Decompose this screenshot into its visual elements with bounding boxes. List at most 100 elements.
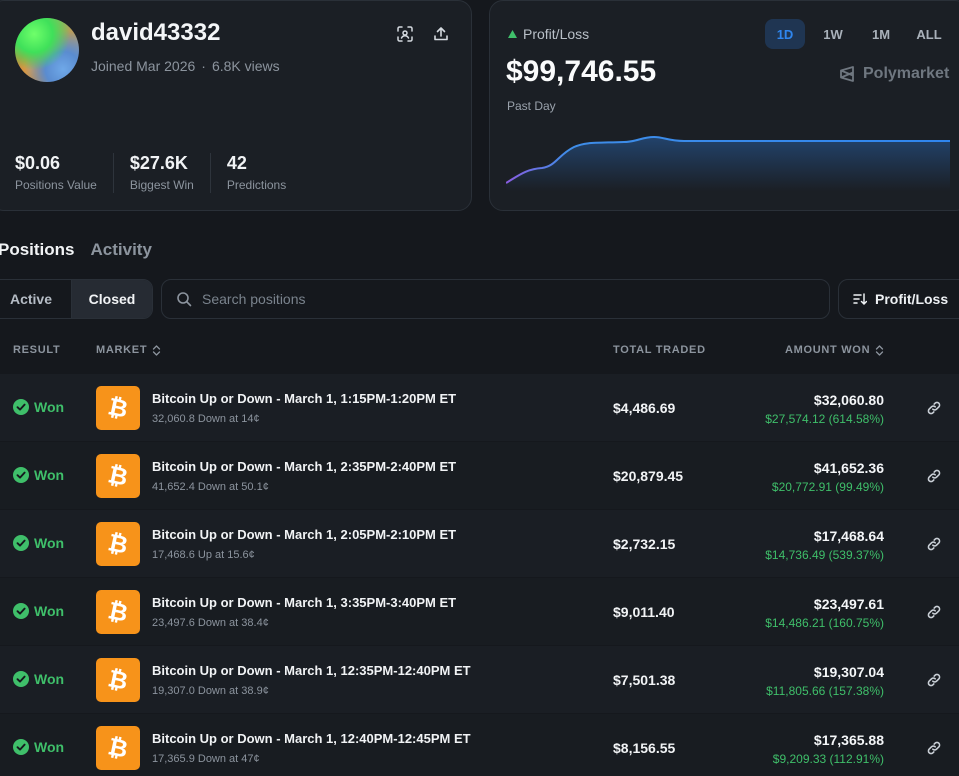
- amount-won-value: $41,652.36: [813, 460, 884, 476]
- table-row[interactable]: Won ₿ Bitcoin Up or Down - March 1, 2:05PM…: [0, 510, 959, 578]
- amount-won-gain: $11,805.66 (157.38%): [766, 684, 884, 698]
- header-total-traded: TOTAL TRADED: [613, 344, 706, 356]
- tab-positions[interactable]: Positions: [0, 240, 75, 260]
- result-label: Won: [34, 603, 65, 619]
- table-row[interactable]: Won ₿ Bitcoin Up or Down - March 1, 1:15PM…: [0, 374, 959, 442]
- range-tab-1w[interactable]: 1W: [813, 19, 853, 49]
- link-icon[interactable]: [926, 536, 942, 552]
- avatar[interactable]: [15, 18, 79, 82]
- market-position-detail: 17,365.9 Down at 47¢: [152, 753, 260, 765]
- check-circle-icon: [13, 739, 29, 755]
- polymarket-brand: Polymarket: [838, 65, 949, 83]
- tab-activity[interactable]: Activity: [91, 240, 152, 260]
- table-row[interactable]: Won ₿ Bitcoin Up or Down - March 1, 12:35P…: [0, 646, 959, 714]
- header-result: RESULT: [13, 344, 61, 356]
- link-icon[interactable]: [926, 400, 942, 416]
- market-position-detail: 19,307.0 Down at 38.9¢: [152, 685, 269, 697]
- range-tab-all[interactable]: ALL: [909, 19, 949, 49]
- polymarket-logo-icon: [840, 66, 854, 82]
- market-title[interactable]: Bitcoin Up or Down - March 1, 2:05PM-2:1…: [152, 527, 456, 542]
- amount-won-gain: $20,772.91 (99.49%): [771, 480, 884, 494]
- check-circle-icon: [13, 603, 29, 619]
- profile-card: david43332 Joined Mar 2026 · 6.8K views $0…: [0, 0, 472, 211]
- amount-won-value: $17,365.88: [813, 732, 884, 748]
- bitcoin-market-icon[interactable]: ₿: [96, 386, 140, 430]
- result-badge: Won: [13, 739, 64, 755]
- range-tab-1m[interactable]: 1M: [861, 19, 901, 49]
- stat-biggest-win: $27.6K Biggest Win: [130, 153, 211, 193]
- amount-won-value: $19,307.04: [813, 664, 884, 680]
- search-box: [161, 279, 830, 319]
- amount-won-gain: $27,574.12 (614.58%): [765, 412, 884, 426]
- market-title[interactable]: Bitcoin Up or Down - March 1, 1:15PM-1:2…: [152, 391, 456, 406]
- result-badge: Won: [13, 467, 64, 483]
- result-label: Won: [34, 467, 65, 483]
- pnl-period: Past Day: [507, 99, 556, 113]
- bitcoin-icon: ₿: [106, 598, 130, 626]
- pnl-value: $99,746.55: [506, 55, 657, 88]
- sort-button[interactable]: Profit/Loss: [838, 279, 959, 319]
- profile-stats: $0.06 Positions Value $27.6K Biggest Win…: [15, 153, 318, 193]
- amount-won-value: $23,497.61: [813, 596, 884, 612]
- pnl-card: Profit/Loss $99,746.55 Past Day 1D 1W 1M…: [489, 0, 959, 211]
- result-badge: Won: [13, 399, 64, 415]
- market-title[interactable]: Bitcoin Up or Down - March 1, 2:35PM-2:4…: [152, 459, 456, 474]
- svg-text:₿: ₿: [106, 462, 130, 490]
- position-status-filter: Active Closed: [0, 279, 153, 319]
- positions-table: Won ₿ Bitcoin Up or Down - March 1, 1:15PM…: [0, 374, 959, 776]
- result-label: Won: [34, 739, 65, 755]
- stat-predictions: 42 Predictions: [227, 153, 302, 193]
- total-traded-value: $20,879.45: [613, 468, 684, 484]
- amount-won-gain: $14,736.49 (539.37%): [765, 548, 884, 562]
- market-title[interactable]: Bitcoin Up or Down - March 1, 3:35PM-3:4…: [152, 595, 456, 610]
- market-title[interactable]: Bitcoin Up or Down - March 1, 12:40PM-12…: [152, 731, 471, 746]
- market-title[interactable]: Bitcoin Up or Down - March 1, 12:35PM-12…: [152, 663, 471, 678]
- scan-icon: [397, 26, 413, 42]
- bitcoin-market-icon[interactable]: ₿: [96, 590, 140, 634]
- check-circle-icon: [13, 467, 29, 483]
- brand-name: Polymarket: [863, 65, 950, 82]
- sort-toggle-icon: [153, 344, 161, 356]
- link-icon[interactable]: [926, 740, 942, 756]
- result-label: Won: [34, 671, 65, 687]
- result-label: Won: [34, 535, 65, 551]
- search-input[interactable]: [202, 291, 802, 307]
- stat-value: $0.06: [15, 153, 61, 173]
- svg-text:₿: ₿: [106, 598, 130, 626]
- amount-won-gain: $14,486.21 (160.75%): [765, 616, 884, 630]
- scan-qr-button[interactable]: [394, 23, 416, 45]
- stat-label: Predictions: [226, 178, 287, 192]
- bitcoin-market-icon[interactable]: ₿: [96, 522, 140, 566]
- pnl-chart: [506, 135, 950, 191]
- check-circle-icon: [13, 399, 29, 415]
- stat-label: Biggest Win: [129, 178, 194, 192]
- stat-positions-value: $0.06 Positions Value: [15, 153, 114, 193]
- table-row[interactable]: Won ₿ Bitcoin Up or Down - March 1, 2:35PM…: [0, 442, 959, 510]
- bitcoin-icon: ₿: [106, 530, 130, 558]
- bitcoin-icon: ₿: [106, 666, 130, 694]
- bitcoin-market-icon[interactable]: ₿: [96, 726, 140, 770]
- amount-won-value: $32,060.80: [813, 392, 884, 408]
- range-tab-1d[interactable]: 1D: [765, 19, 805, 49]
- link-icon[interactable]: [926, 468, 942, 484]
- result-label: Won: [34, 399, 65, 415]
- bitcoin-market-icon[interactable]: ₿: [96, 454, 140, 498]
- link-icon[interactable]: [926, 604, 942, 620]
- link-icon[interactable]: [926, 672, 942, 688]
- table-row[interactable]: Won ₿ Bitcoin Up or Down - March 1, 12:40P…: [0, 714, 959, 776]
- pnl-label: Profit/Loss: [508, 26, 589, 42]
- view-count: 6.8K views: [211, 58, 280, 74]
- svg-text:₿: ₿: [106, 394, 130, 422]
- header-amount-won[interactable]: AMOUNT WON: [785, 344, 884, 356]
- bitcoin-market-icon[interactable]: ₿: [96, 658, 140, 702]
- bitcoin-icon: ₿: [106, 734, 130, 762]
- total-traded-value: $8,156.55: [613, 740, 676, 756]
- total-traded-value: $7,501.38: [613, 672, 676, 688]
- filter-active-button[interactable]: Active: [0, 280, 71, 318]
- filter-closed-button[interactable]: Closed: [71, 280, 152, 318]
- table-row[interactable]: Won ₿ Bitcoin Up or Down - March 1, 3:35PM…: [0, 578, 959, 646]
- stat-value: $27.6K: [129, 153, 188, 173]
- share-button[interactable]: [430, 23, 452, 45]
- header-market[interactable]: MARKET: [96, 344, 161, 356]
- result-badge: Won: [13, 671, 64, 687]
